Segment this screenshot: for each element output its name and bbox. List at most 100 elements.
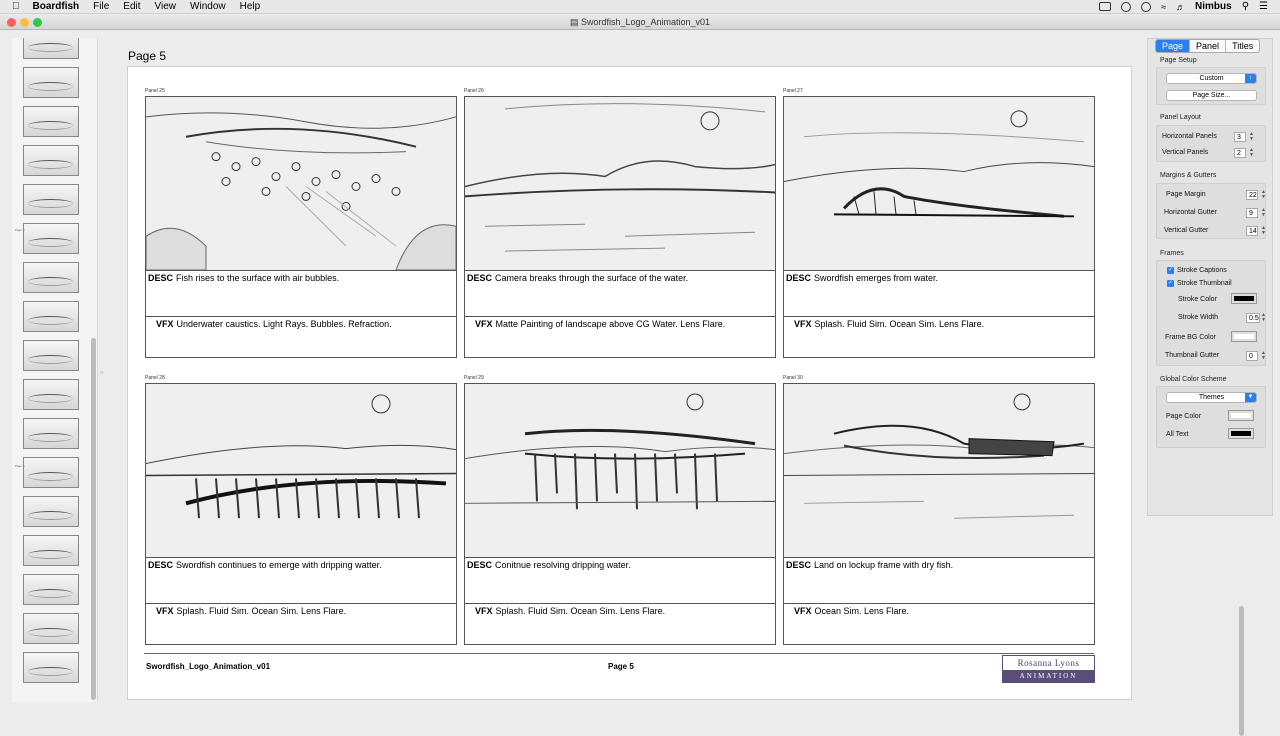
spotlight-search-icon[interactable]: ⚲ (1242, 1, 1249, 12)
page-heading: Page 5 (128, 49, 167, 63)
stroke-width-stepper[interactable]: ▲ ▼ (1261, 313, 1267, 323)
menu-help[interactable]: Help (233, 0, 268, 14)
vertical-gutter-input[interactable]: 14 (1246, 226, 1258, 236)
stroke-captions-checkbox[interactable]: ✓ (1167, 267, 1174, 274)
panel-vfx-caption[interactable]: VFX Splash. Fluid Sim. Ocean Sim. Lens Fl… (465, 604, 775, 644)
vfx-text: Underwater caustics. Light Rays. Bubbles… (176, 319, 392, 329)
page-thumbnail[interactable] (23, 418, 79, 449)
panel-vfx-caption[interactable]: VFX Underwater caustics. Light Rays. Bubb… (146, 317, 456, 357)
panel-label: Panel 27 (783, 88, 803, 94)
storyboard-panel[interactable]: Panel 25 DESC Fish rises to the surface wi… (145, 88, 457, 358)
stroke-thumbnail-checkbox[interactable]: ✓ (1167, 280, 1174, 287)
page-thumbnail[interactable] (23, 379, 79, 410)
panel-desc-caption[interactable]: DESC Fish rises to the surface with air b… (146, 271, 456, 317)
page-thumbnail[interactable] (23, 652, 79, 683)
page-thumbnail[interactable] (23, 145, 79, 176)
vfx-text: Splash. Fluid Sim. Ocean Sim. Lens Flare… (495, 606, 666, 616)
page-thumbnail[interactable] (23, 223, 79, 254)
horizontal-panels-input[interactable]: 3 (1234, 132, 1246, 142)
menu-edit[interactable]: Edit (116, 0, 147, 14)
menu-view[interactable]: View (148, 0, 184, 14)
panel-vfx-caption[interactable]: VFX Ocean Sim. Lens Flare. (784, 604, 1094, 644)
page-scrollbar[interactable] (1239, 606, 1244, 736)
menu-window[interactable]: Window (183, 0, 233, 14)
page-margin-stepper[interactable]: ▲ ▼ (1261, 190, 1267, 200)
chevron-updown-icon: ↕ (1245, 74, 1256, 83)
panel-frame: DESC Fish rises to the surface with air b… (145, 96, 457, 358)
page-thumbnail[interactable] (23, 340, 79, 371)
footer-page-number: Page 5 (608, 662, 634, 671)
zoom-window-icon[interactable] (33, 18, 42, 27)
volume-icon[interactable]: ♬ (1176, 2, 1185, 12)
panel-desc-caption[interactable]: DESC Conitnue resolving dripping water. (465, 558, 775, 604)
page-margin-input[interactable]: 22 (1246, 190, 1258, 200)
panel-sketch-image[interactable] (465, 97, 775, 271)
chevron-down-icon: ▼ (1245, 393, 1256, 402)
page-thumbnail[interactable] (23, 106, 79, 137)
color-scheme-select[interactable]: Themes ▼ (1166, 392, 1257, 403)
menu-file[interactable]: File (86, 0, 116, 14)
panel-desc-caption[interactable]: DESC Swordfish continues to emerge with d… (146, 558, 456, 604)
page-color-swatch[interactable] (1228, 410, 1254, 421)
frame-bg-color-swatch[interactable] (1231, 331, 1257, 342)
page-size-button[interactable]: Page Size... (1166, 90, 1257, 101)
page-thumbnail[interactable] (23, 535, 79, 566)
wifi-icon[interactable]: ≈ (1161, 2, 1166, 12)
panel-sketch-image[interactable] (146, 384, 456, 558)
minimize-window-icon[interactable] (20, 18, 29, 27)
sync-icon[interactable] (1121, 1, 1132, 12)
apple-menu-icon[interactable]:  (0, 0, 26, 14)
user-menu[interactable]: Nimbus (1195, 1, 1232, 12)
horizontal-panels-stepper[interactable]: ▲ ▼ (1249, 132, 1255, 142)
split-divider-handle[interactable]: ○ (100, 370, 104, 376)
stroke-color-swatch[interactable] (1231, 293, 1257, 304)
thumbnail-page-label: Page 4 (15, 228, 25, 232)
vertical-panels-input[interactable]: 2 (1234, 148, 1246, 158)
sidebar-scrollbar[interactable] (91, 338, 96, 700)
storyboard-panel[interactable]: Panel 26 DESC Camera breaks through the su… (464, 89, 776, 358)
page-thumbnail[interactable] (23, 613, 79, 644)
panel-sketch-image[interactable] (784, 384, 1094, 558)
panel-vfx-caption[interactable]: VFX Splash. Fluid Sim. Ocean Sim. Lens Fl… (146, 604, 456, 644)
horizontal-gutter-input[interactable]: 9 (1246, 208, 1258, 218)
thumbnail-gutter-input[interactable]: 0 (1246, 351, 1258, 361)
panel-desc-caption[interactable]: DESC Land on lockup frame with dry fish. (784, 558, 1094, 604)
thumbnail-gutter-stepper[interactable]: ▲ ▼ (1261, 351, 1267, 361)
tab-panel[interactable]: Panel (1190, 40, 1227, 52)
page-thumbnail-sidebar[interactable]: Page 4 Page 5 (12, 38, 98, 702)
nvidia-icon[interactable] (1099, 2, 1112, 11)
panel-sketch-image[interactable] (784, 97, 1094, 271)
panel-frame: DESC Conitnue resolving dripping water. VF… (464, 383, 776, 645)
page-thumbnail[interactable] (23, 38, 79, 59)
page-thumbnail[interactable] (23, 262, 79, 293)
panel-sketch-image[interactable] (146, 97, 456, 271)
close-window-icon[interactable] (7, 18, 16, 27)
page-thumbnail[interactable] (23, 67, 79, 98)
vertical-gutter-stepper[interactable]: ▲ ▼ (1261, 226, 1267, 236)
vertical-panels-stepper[interactable]: ▲ ▼ (1249, 148, 1255, 158)
stroke-width-input[interactable]: 0.5 (1246, 313, 1260, 323)
storyboard-panel[interactable]: Panel 27 DESC Swordfish emerges from water… (783, 88, 1095, 358)
all-text-color-swatch[interactable] (1228, 428, 1254, 439)
horizontal-gutter-stepper[interactable]: ▲ ▼ (1261, 208, 1267, 218)
panel-label: Panel 25 (145, 88, 165, 94)
notification-center-icon[interactable]: ☰ (1259, 1, 1268, 12)
panel-desc-caption[interactable]: DESC Swordfish emerges from water. (784, 271, 1094, 317)
page-thumbnail[interactable] (23, 496, 79, 527)
storyboard-panel[interactable]: Panel 29 DESC Conitnue resolving dripping … (464, 376, 776, 645)
storyboard-panel[interactable]: Panel 30 DESC Land on lockup frame with dr… (783, 376, 1095, 645)
app-menu[interactable]: Boardfish (26, 0, 87, 14)
panel-vfx-caption[interactable]: VFX Splash. Fluid Sim. Ocean Sim. Lens Fl… (784, 317, 1094, 357)
storyboard-panel[interactable]: Panel 28 DESC Swordfish continues to emerg… (145, 376, 457, 645)
tab-titles[interactable]: Titles (1226, 40, 1259, 52)
timemachine-icon[interactable] (1141, 1, 1152, 12)
panel-vfx-caption[interactable]: VFX Matte Painting of landscape above CG … (465, 317, 775, 357)
tab-page[interactable]: Page (1156, 40, 1191, 52)
page-thumbnail[interactable] (23, 574, 79, 605)
page-preset-select[interactable]: Custom ↕ (1166, 73, 1257, 84)
page-thumbnail[interactable] (23, 457, 79, 488)
panel-desc-caption[interactable]: DESC Camera breaks through the surface of… (465, 271, 775, 317)
page-thumbnail[interactable] (23, 301, 79, 332)
panel-sketch-image[interactable] (465, 384, 775, 558)
page-thumbnail[interactable] (23, 184, 79, 215)
